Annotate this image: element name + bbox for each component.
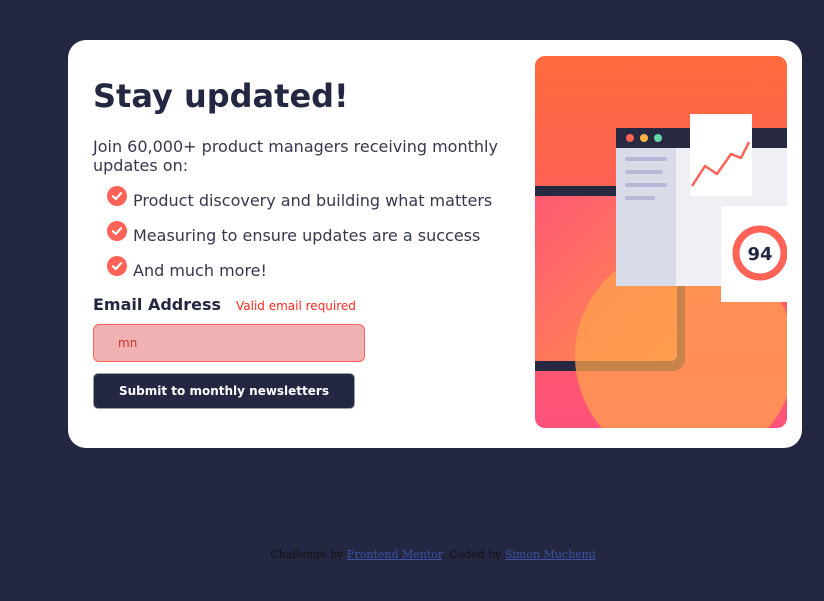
coded-prefix: . Coded by <box>441 548 502 561</box>
attribution-footer: Challenge by Frontend Mentor. Coded by S… <box>0 548 824 561</box>
email-field-header: Email Address Valid email required <box>93 295 393 319</box>
email-error-message: Valid email required <box>236 299 356 313</box>
challenge-prefix: Challenge by <box>270 548 344 561</box>
list-item: Product discovery and building what matt… <box>107 186 492 221</box>
intro-text: Join 60,000+ product managers receiving … <box>93 137 498 175</box>
check-circle-icon <box>107 221 127 241</box>
feature-text: Product discovery and building what matt… <box>133 191 493 210</box>
signup-card: Stay updated! Join 60,000+ product manag… <box>68 40 802 448</box>
feature-text: Measuring to ensure updates are a succes… <box>133 226 481 245</box>
email-field[interactable] <box>93 324 365 362</box>
email-label: Email Address <box>93 295 222 314</box>
feature-list: Product discovery and building what matt… <box>107 186 492 291</box>
author-link[interactable]: Simon Muchemi <box>505 548 596 561</box>
hero-illustration: 94 <box>535 56 787 428</box>
submit-button[interactable]: Submit to monthly newsletters <box>93 373 355 409</box>
list-item: And much more! <box>107 256 492 291</box>
page-title: Stay updated! <box>93 77 349 115</box>
check-circle-icon <box>107 186 127 206</box>
signup-content: Stay updated! Join 60,000+ product manag… <box>93 77 513 409</box>
check-circle-icon <box>107 256 127 276</box>
list-item: Measuring to ensure updates are a succes… <box>107 221 492 256</box>
frontend-mentor-link[interactable]: Frontend Mentor <box>347 548 442 561</box>
feature-text: And much more! <box>133 261 267 280</box>
score-value: 94 <box>747 244 772 265</box>
